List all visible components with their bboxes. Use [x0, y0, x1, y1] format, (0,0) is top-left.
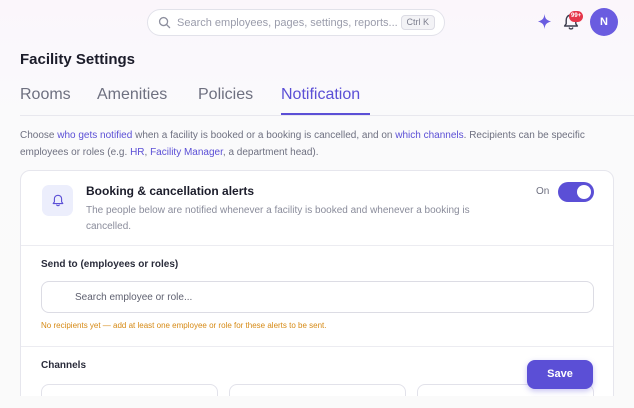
channels-label: Channels	[41, 360, 87, 371]
booking-alerts-card: Booking & cancellation alerts The people…	[20, 170, 614, 408]
toggle-state-label: On	[536, 186, 550, 197]
recipient-placeholder: Search employee or role...	[75, 291, 193, 303]
hr-role-link[interactable]: HR	[130, 147, 144, 158]
description-text: Choose	[20, 130, 58, 141]
alerts-title: Booking & cancellation alerts	[86, 184, 255, 198]
recipient-search-input[interactable]: Search employee or role...	[41, 281, 594, 313]
tab-policies[interactable]: Policies	[198, 86, 253, 104]
description-text: when a facility is booked or a booking i…	[132, 130, 396, 141]
tab-amenities[interactable]: Amenities	[97, 86, 167, 104]
alert-icon-tile	[42, 185, 73, 216]
facility-manager-role-link[interactable]: Facility Manager	[150, 147, 223, 158]
user-avatar[interactable]: N	[590, 8, 618, 36]
alerts-description: The people below are notified whenever a…	[86, 205, 470, 232]
notification-description: Choose who gets notified when a facility…	[20, 127, 616, 161]
send-to-label: Send to (employees or roles)	[41, 259, 179, 270]
who-gets-notified-link[interactable]: who gets notified	[57, 130, 132, 141]
page-title: Facility Settings	[20, 51, 136, 68]
save-button[interactable]: Save	[527, 360, 593, 389]
search-icon	[158, 16, 171, 29]
search-placeholder: Search employees, pages, settings, repor…	[177, 16, 398, 29]
search-shortcut-hint: Ctrl K	[400, 15, 435, 30]
settings-tabs: Rooms Amenities Policies Notification	[20, 86, 634, 116]
description-text: , a department head).	[222, 147, 319, 158]
no-recipients-warning: No recipients yet — add at least one emp…	[41, 321, 327, 330]
section-divider	[21, 346, 613, 347]
alerts-toggle[interactable]	[558, 182, 594, 202]
active-tab-indicator	[281, 113, 370, 115]
sparkle-icon[interactable]	[537, 13, 552, 30]
which-channels-link[interactable]: which channels	[395, 130, 463, 141]
toggle-knob	[577, 185, 591, 199]
top-bar: Search employees, pages, settings, repor…	[0, 0, 634, 44]
global-search-input[interactable]: Search employees, pages, settings, repor…	[147, 9, 445, 36]
bottom-edge	[0, 396, 634, 408]
section-divider	[21, 245, 613, 246]
notifications-count-badge: 99+	[569, 11, 584, 22]
tab-notification[interactable]: Notification	[281, 86, 360, 104]
tab-rooms[interactable]: Rooms	[20, 86, 71, 104]
bell-icon	[52, 194, 63, 207]
